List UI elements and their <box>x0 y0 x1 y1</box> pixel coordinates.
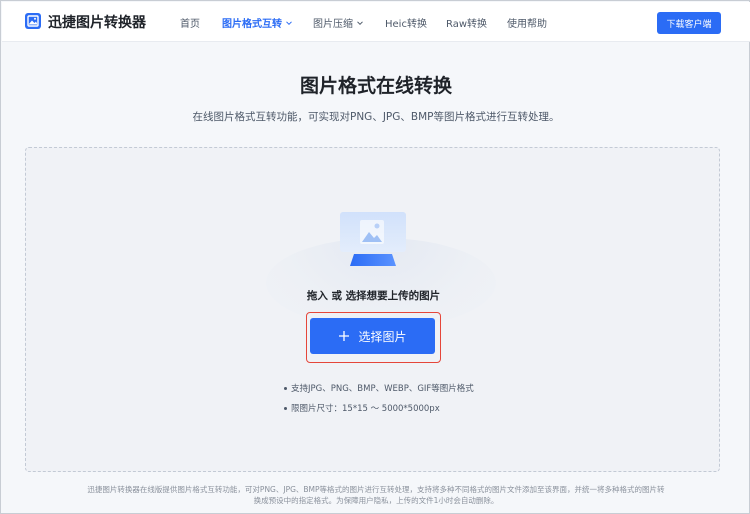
rule-formats-text: 支持JPG、PNG、BMP、WEBP、GIF等图片格式 <box>291 384 474 394</box>
page-frame: 迅捷图片转换器 首页 图片格式互转 图片压缩 Heic转换 Raw转换 使用帮助… <box>0 0 750 514</box>
footer-note-line1: 迅捷图片转换器在线版提供图片格式互转功能，可对PNG、JPG、BMP等格式的图片… <box>87 485 665 494</box>
bullet-icon <box>284 387 287 390</box>
nav-help[interactable]: 使用帮助 <box>507 15 547 30</box>
chevron-down-icon <box>357 20 363 25</box>
bullet-icon <box>284 407 287 410</box>
nav-raw-label: Raw转换 <box>446 19 488 30</box>
nav-help-label: 使用帮助 <box>507 19 547 30</box>
footer-note: 迅捷图片转换器在线版提供图片格式互转功能，可对PNG、JPG、BMP等格式的图片… <box>53 484 699 506</box>
nav-home[interactable]: 首页 <box>180 15 200 30</box>
download-client-button[interactable]: 下载客户端 <box>657 12 721 34</box>
upload-dropzone[interactable]: 拖入 或 选择想要上传的图片 选择图片 支持JPG、PNG、BMP、WEBP、G… <box>25 147 720 472</box>
nav-format-convert[interactable]: 图片格式互转 <box>222 15 293 30</box>
logo-icon[interactable] <box>24 12 42 30</box>
nav-compress[interactable]: 图片压缩 <box>313 15 364 30</box>
nav-compress-label: 图片压缩 <box>313 19 353 30</box>
chevron-down-icon <box>286 20 292 25</box>
nav-heic-label: Heic转换 <box>385 19 427 30</box>
brand-name[interactable]: 迅捷图片转换器 <box>48 12 146 32</box>
nav-raw[interactable]: Raw转换 <box>446 15 487 30</box>
page-subtitle: 在线图片格式互转功能，可实现对PNG、JPG、BMP等图片格式进行互转处理。 <box>192 111 560 123</box>
rule-size-text: 限图片尺寸：15*15 ～ 5000*5000px <box>291 404 440 414</box>
image-upload-icon <box>340 212 406 266</box>
rule-size: 限图片尺寸：15*15 ～ 5000*5000px <box>284 402 440 414</box>
nav-format-convert-label: 图片格式互转 <box>222 19 282 30</box>
footer-note-line2: 换成预设中的指定格式。为保障用户隐私，上传的文件1小时会自动删除。 <box>253 496 499 505</box>
select-image-button[interactable]: 选择图片 <box>310 318 435 354</box>
page-title: 图片格式在线转换 <box>299 75 452 97</box>
plus-icon <box>339 331 350 341</box>
select-image-label: 选择图片 <box>358 329 407 344</box>
top-navbar: 迅捷图片转换器 首页 图片格式互转 图片压缩 Heic转换 Raw转换 使用帮助… <box>2 2 750 42</box>
nav-home-label: 首页 <box>180 19 200 30</box>
nav-heic[interactable]: Heic转换 <box>385 15 427 30</box>
rule-formats: 支持JPG、PNG、BMP、WEBP、GIF等图片格式 <box>284 382 474 394</box>
upload-hint: 拖入 或 选择想要上传的图片 <box>306 290 441 302</box>
